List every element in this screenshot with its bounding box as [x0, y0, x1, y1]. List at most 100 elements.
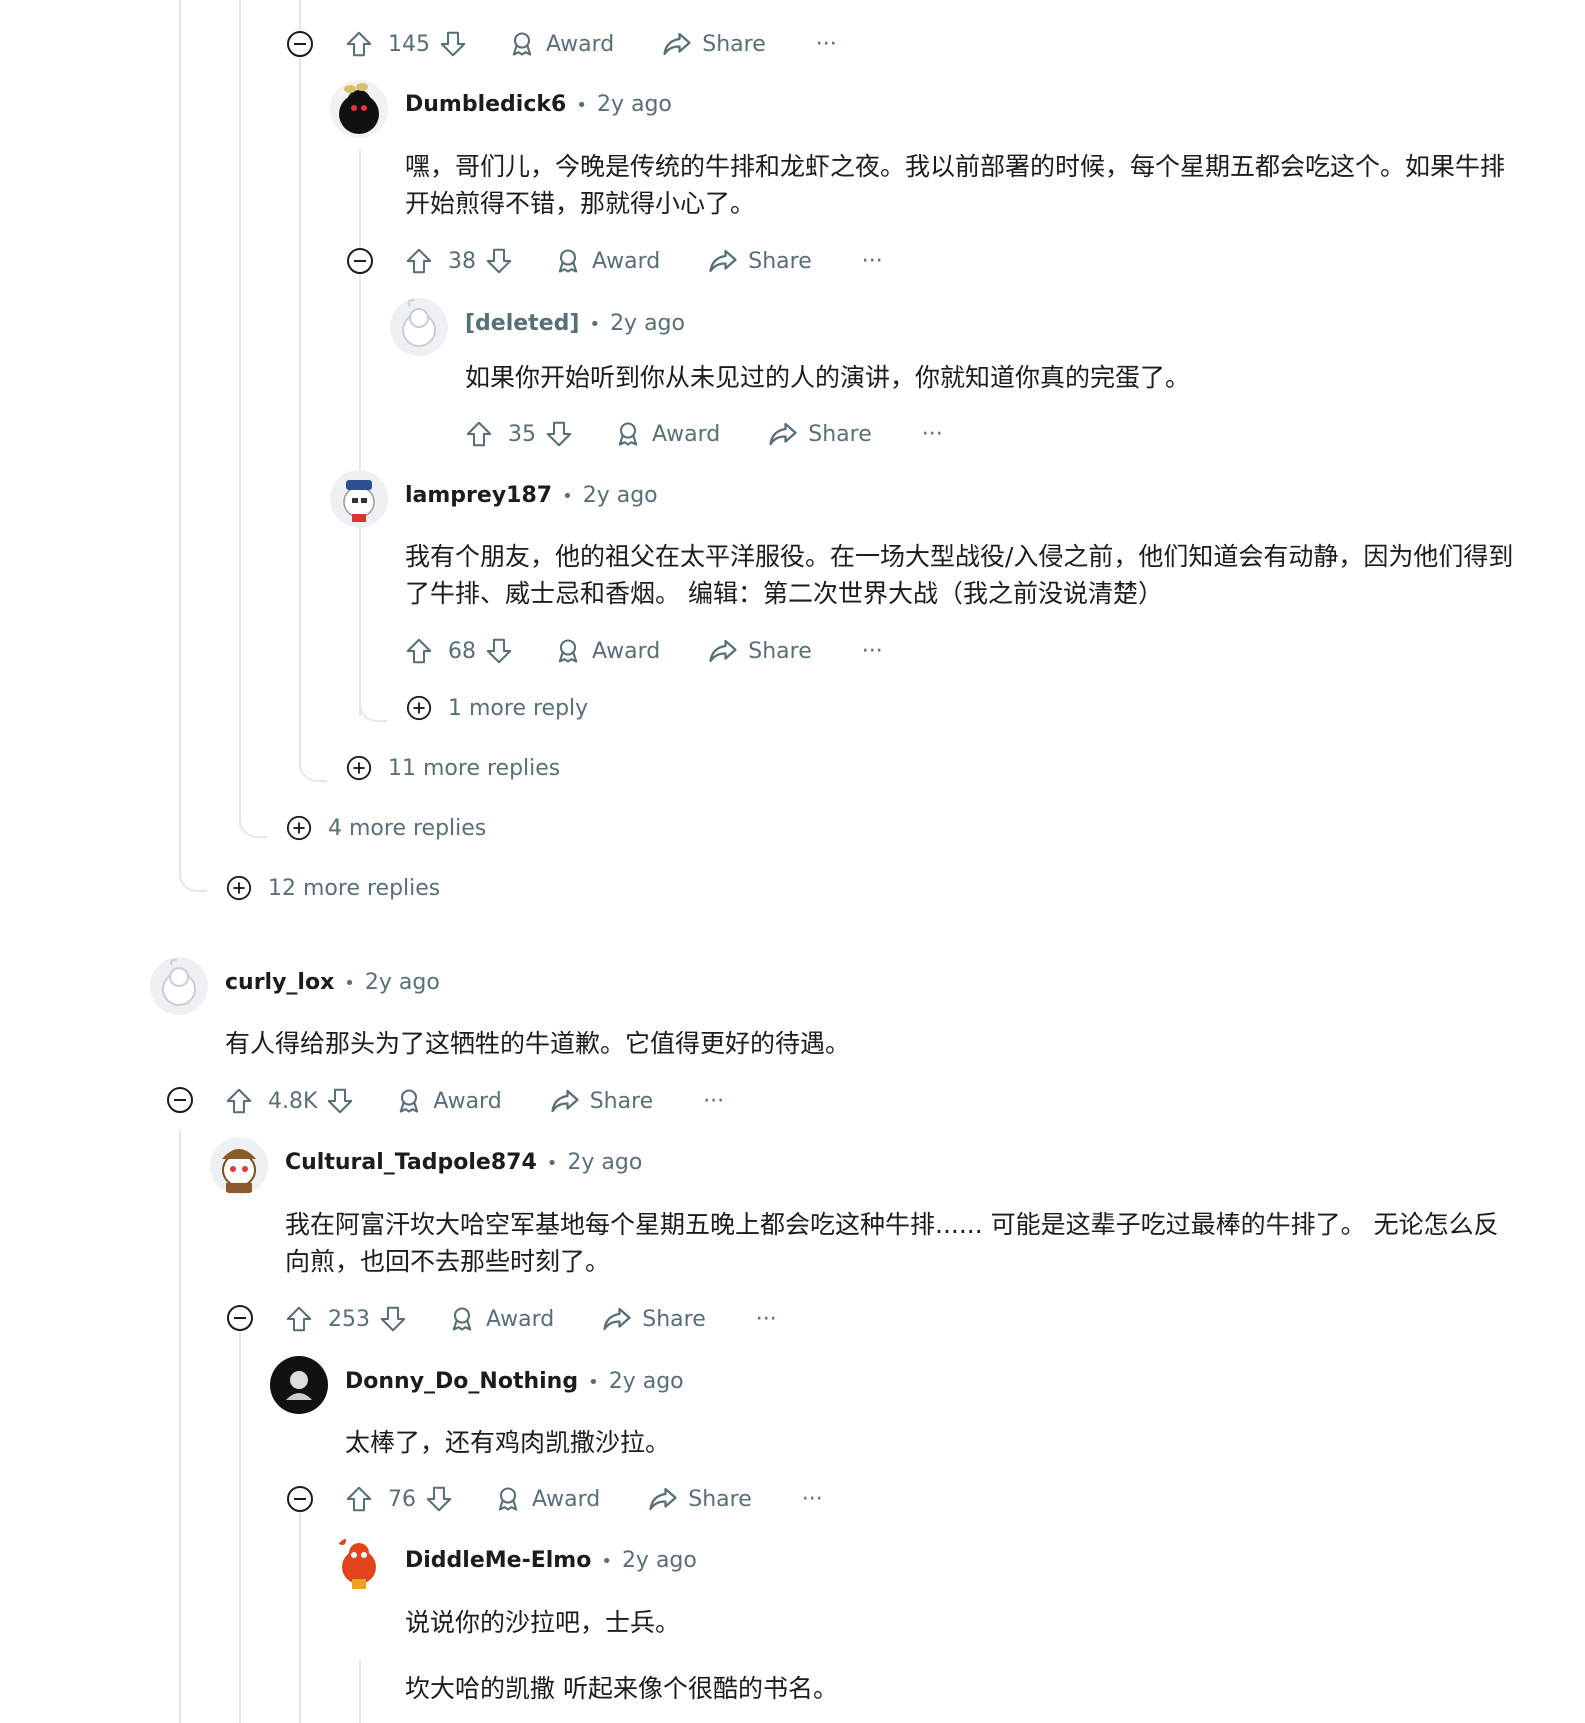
author-link[interactable]: DiddleMe-Elmo [405, 1548, 591, 1573]
author-link[interactable]: curly_lox [225, 970, 334, 995]
award-button[interactable]: Award [554, 247, 660, 275]
avatar[interactable] [150, 957, 208, 1015]
downvote-icon[interactable] [325, 1086, 355, 1116]
overflow-menu-button[interactable]: ··· [862, 249, 883, 274]
timestamp[interactable]: 2y ago [609, 1369, 684, 1394]
vote-count: 68 [448, 638, 476, 664]
collapse-button[interactable] [286, 30, 314, 58]
timestamp[interactable]: 2y ago [622, 1548, 697, 1573]
author-link[interactable]: lamprey187 [405, 483, 552, 508]
downvote-icon[interactable] [484, 636, 514, 666]
upvote-icon[interactable] [284, 1304, 314, 1334]
overflow-menu-button[interactable]: ··· [756, 1307, 777, 1332]
upvote-icon[interactable] [344, 29, 374, 59]
overflow-menu-button[interactable]: ··· [922, 422, 943, 447]
overflow-icon: ··· [861, 638, 883, 664]
award-icon [554, 247, 582, 275]
comment-meta: curly_lox • 2y ago [225, 970, 440, 995]
meta-dot: • [546, 1153, 558, 1174]
share-button[interactable]: Share [662, 29, 766, 59]
comment-body: 我有个朋友，他的祖父在太平洋服役。在一场大型战役/入侵之前，他们知道会有动静，因… [405, 542, 1514, 608]
vote-count: 38 [448, 248, 476, 274]
comment-actions: 253 Award Share ··· [284, 1301, 777, 1337]
timestamp[interactable]: 2y ago [610, 311, 685, 336]
downvote-icon[interactable] [544, 419, 574, 449]
award-button[interactable]: Award [508, 30, 614, 58]
vote-count: 253 [328, 1306, 370, 1332]
share-icon [768, 419, 798, 449]
overflow-icon: ··· [801, 1486, 823, 1512]
meta-dot: • [588, 1372, 599, 1393]
share-button[interactable]: Share [602, 1304, 706, 1334]
comment-meta: [deleted] • 2y ago [465, 311, 685, 336]
collapse-icon [346, 247, 374, 275]
author-link[interactable]: Dumbledick6 [405, 92, 566, 117]
award-icon [614, 420, 642, 448]
author-link[interactable]: Cultural_Tadpole874 [285, 1150, 537, 1175]
comment-body: 有人得给那头为了这牺牲的牛道歉。它值得更好的待遇。 [225, 1029, 851, 1058]
share-button[interactable]: Share [648, 1484, 752, 1514]
downvote-icon[interactable] [484, 246, 514, 276]
downvote-icon[interactable] [438, 29, 468, 59]
overflow-menu-button[interactable]: ··· [862, 639, 883, 664]
vote-count: 76 [388, 1486, 416, 1512]
share-button[interactable]: Share [708, 636, 812, 666]
award-button[interactable]: Award [614, 420, 720, 448]
award-button[interactable]: Award [554, 637, 660, 665]
overflow-menu-button[interactable]: ··· [802, 1487, 823, 1512]
collapse-button[interactable] [286, 1485, 314, 1513]
upvote-icon[interactable] [224, 1086, 254, 1116]
upvote-icon[interactable] [404, 246, 434, 276]
meta-dot: • [562, 486, 573, 507]
avatar[interactable] [270, 1356, 328, 1414]
share-icon [648, 1484, 678, 1514]
collapse-button[interactable] [166, 1086, 194, 1114]
expand-icon [286, 815, 312, 841]
award-button[interactable]: Award [494, 1485, 600, 1513]
more-replies-button[interactable]: 12 more replies [226, 875, 440, 901]
downvote-icon[interactable] [424, 1484, 454, 1514]
avatar[interactable] [210, 1137, 268, 1195]
comment-body: 我在阿富汗坎大哈空军基地每个星期五晚上都会吃这种牛排...... 可能是这辈子吃… [285, 1210, 1499, 1276]
vote-count: 35 [508, 421, 536, 447]
more-replies-button[interactable]: 4 more replies [286, 815, 486, 841]
overflow-icon: ··· [755, 1306, 777, 1332]
collapse-icon [286, 30, 314, 58]
downvote-icon[interactable] [378, 1304, 408, 1334]
meta-dot: • [576, 95, 587, 116]
comment-actions: 35 Award Share ··· [464, 416, 943, 452]
timestamp[interactable]: 2y ago [365, 970, 440, 995]
collapse-icon [166, 1086, 194, 1114]
avatar[interactable] [330, 80, 388, 138]
timestamp[interactable]: 2y ago [583, 483, 658, 508]
meta-dot: • [589, 314, 601, 335]
share-button[interactable]: Share [768, 419, 872, 449]
collapse-icon [226, 1304, 254, 1332]
share-icon [662, 29, 692, 59]
overflow-icon: ··· [703, 1088, 725, 1114]
more-replies-button[interactable]: 1 more reply [406, 695, 588, 721]
collapse-button[interactable] [346, 247, 374, 275]
more-replies-button[interactable]: 11 more replies [346, 755, 560, 781]
overflow-menu-button[interactable]: ··· [816, 32, 837, 57]
award-button[interactable]: Award [395, 1087, 502, 1115]
avatar[interactable] [390, 298, 448, 356]
avatar[interactable] [330, 1535, 388, 1593]
comment-actions: 68 Award Share ··· [404, 633, 883, 669]
comment-actions: 76 Award Share ··· [344, 1481, 823, 1517]
author-link[interactable]: Donny_Do_Nothing [345, 1369, 578, 1394]
comment-meta: Dumbledick6 • 2y ago [405, 92, 672, 117]
timestamp[interactable]: 2y ago [567, 1150, 642, 1175]
collapse-button[interactable] [226, 1304, 254, 1332]
vote-count: 4.8K [268, 1088, 318, 1114]
avatar[interactable] [330, 470, 388, 528]
award-button[interactable]: Award [448, 1305, 554, 1333]
upvote-icon[interactable] [464, 419, 494, 449]
upvote-icon[interactable] [344, 1484, 374, 1514]
timestamp[interactable]: 2y ago [597, 92, 672, 117]
share-button[interactable]: Share [550, 1086, 653, 1116]
share-button[interactable]: Share [708, 246, 812, 276]
overflow-icon: ··· [921, 421, 943, 447]
overflow-menu-button[interactable]: ··· [703, 1089, 724, 1114]
upvote-icon[interactable] [404, 636, 434, 666]
